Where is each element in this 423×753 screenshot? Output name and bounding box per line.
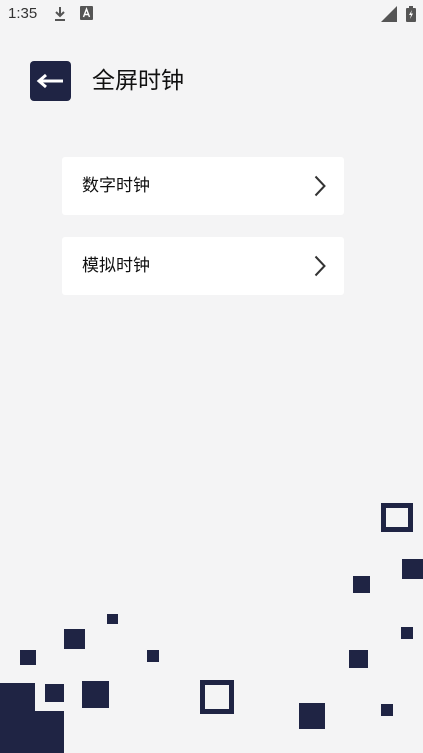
decor-square	[381, 704, 393, 716]
battery-icon	[406, 6, 416, 22]
menu-item-label: 模拟时钟	[82, 256, 150, 276]
decor-square	[349, 650, 368, 668]
chevron-right-icon	[314, 175, 326, 197]
decor-square	[45, 684, 64, 702]
status-time: 1:35	[8, 5, 38, 22]
decor-square	[353, 576, 370, 593]
decor-square	[381, 503, 413, 532]
menu-item-digital-clock[interactable]: 数字时钟	[62, 157, 344, 215]
chevron-right-icon	[314, 255, 326, 277]
decor-square	[0, 711, 64, 753]
decor-square	[401, 627, 413, 639]
menu-item-label: 数字时钟	[82, 176, 150, 196]
decor-square	[402, 559, 423, 579]
download-icon	[55, 7, 65, 21]
decor-square	[64, 629, 85, 649]
status-bar: 1:35	[0, 0, 423, 28]
page-title: 全屏时钟	[92, 68, 184, 94]
decor-square	[299, 703, 325, 729]
decor-square	[82, 681, 109, 708]
text-a-icon	[80, 6, 93, 20]
decor-square	[0, 683, 35, 713]
back-button[interactable]	[30, 61, 71, 101]
menu-item-analog-clock[interactable]: 模拟时钟	[62, 237, 344, 295]
decor-square	[147, 650, 159, 662]
decor-square	[200, 680, 234, 714]
decor-square	[107, 614, 118, 624]
arrow-left-icon	[36, 73, 63, 89]
signal-icon	[381, 6, 397, 22]
decor-square	[20, 650, 36, 665]
